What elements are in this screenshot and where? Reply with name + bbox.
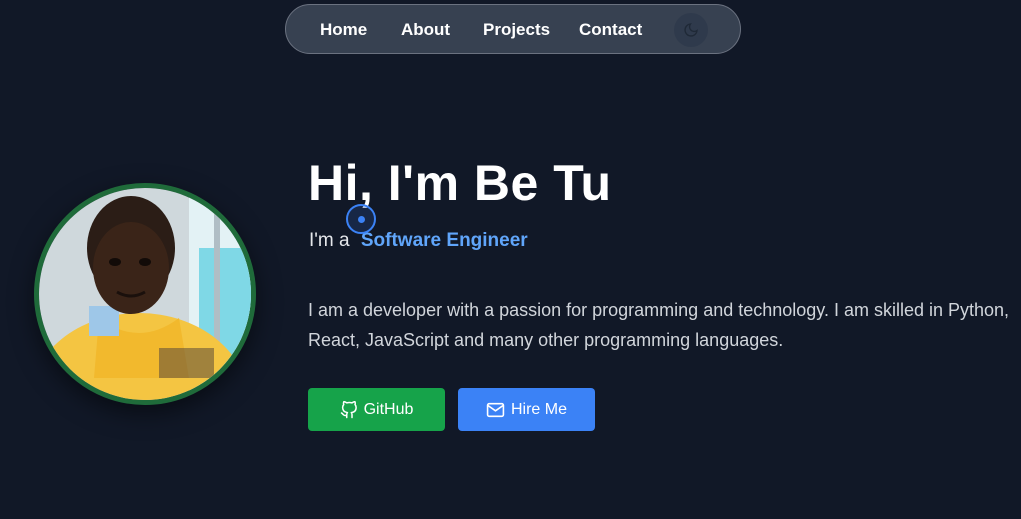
hire-me-button[interactable]: Hire Me [458,388,595,431]
moon-icon [683,22,699,38]
mail-icon [486,402,505,418]
nav-link-about[interactable]: About [401,20,450,40]
hire-me-button-label: Hire Me [510,400,567,418]
profile-photo [39,188,251,400]
top-navigation-bar: Home About Projects Contact [285,4,741,54]
hero-title: Hi, I'm Be Tu [308,155,612,211]
hero-subtitle: I'm a Software Engineer [309,230,528,252]
theme-toggle-button[interactable] [674,13,708,47]
avatar [34,183,256,405]
github-button[interactable]: GitHub [308,388,445,431]
cursor-indicator [346,204,376,234]
hero-bio: I am a developer with a passion for prog… [308,300,1010,350]
nav-link-projects[interactable]: Projects [483,20,550,40]
github-button-label: GitHub [363,400,414,418]
nav-link-home[interactable]: Home [320,20,367,40]
nav-link-contact[interactable]: Contact [579,20,642,40]
subtitle-prefix: I'm a [309,230,350,251]
github-icon [340,400,358,419]
role-text: Software Engineer [360,230,528,251]
